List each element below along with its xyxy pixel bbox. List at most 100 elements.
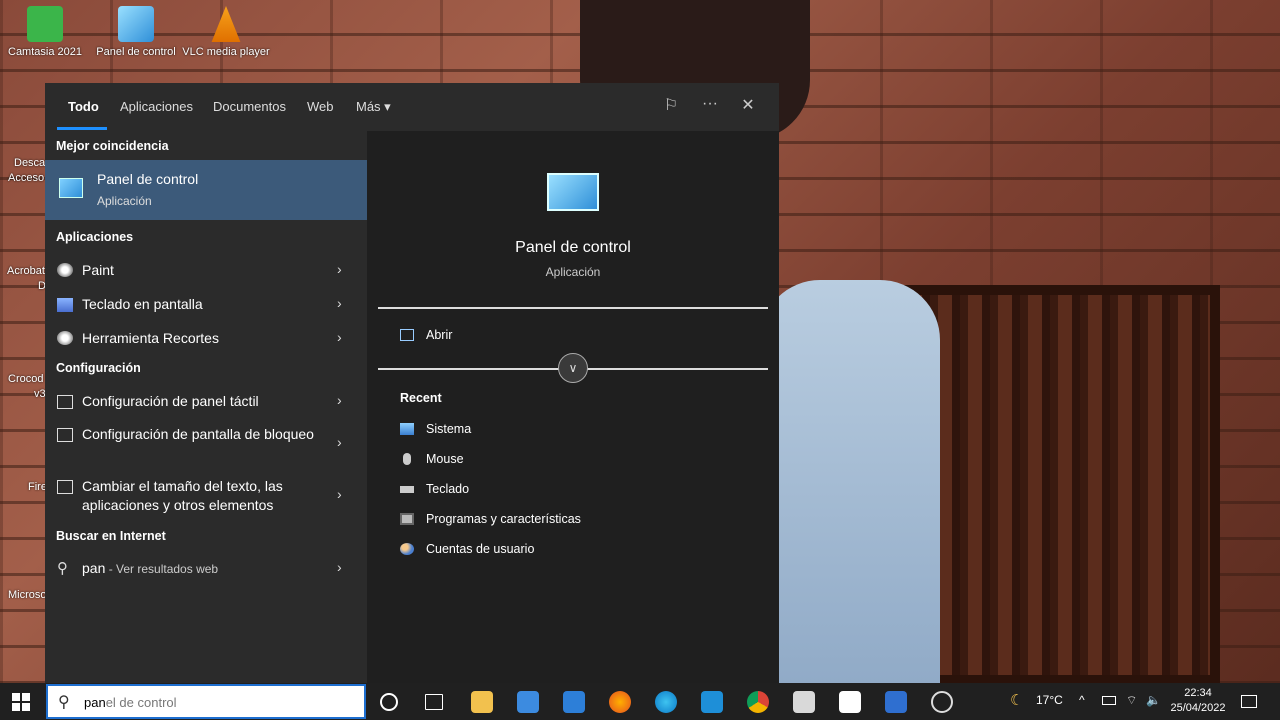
- section-best-match: Mejor coincidencia: [56, 139, 169, 153]
- section-apps: Aplicaciones: [56, 230, 134, 244]
- result-snipping-tool[interactable]: Herramienta Recortes ›: [45, 329, 367, 359]
- mail-icon[interactable]: [563, 691, 585, 713]
- detail-type: Aplicación: [545, 265, 601, 279]
- mouse-icon: [403, 453, 411, 465]
- user-accounts-icon: [400, 543, 414, 555]
- programs-icon: [400, 513, 414, 525]
- result-label: pan - Ver resultados web: [82, 559, 322, 579]
- result-paint[interactable]: Paint ›: [45, 261, 367, 291]
- result-touchpad-settings[interactable]: Configuración de panel táctil ›: [45, 392, 367, 422]
- feedback-icon[interactable]: ⚐: [660, 95, 682, 117]
- calculator-icon[interactable]: [793, 691, 815, 713]
- web-query: pan: [82, 560, 106, 576]
- section-settings: Configuración: [56, 361, 141, 375]
- recorder-icon[interactable]: [931, 691, 953, 713]
- file-explorer-icon[interactable]: [471, 691, 493, 713]
- task-view-icon[interactable]: [425, 694, 443, 710]
- keyboard-icon: [57, 298, 73, 312]
- detail-title: Panel de control: [515, 239, 631, 256]
- result-label: Configuración de panel táctil: [82, 393, 259, 409]
- firefox-icon[interactable]: [609, 691, 631, 713]
- clock[interactable]: 22:34 25/04/2022: [1170, 686, 1226, 716]
- results-list: Mejor coincidencia Panel de control Apli…: [45, 131, 367, 683]
- document-icon[interactable]: [885, 691, 907, 713]
- chevron-right-icon: ›: [337, 486, 342, 502]
- taskbar-search-input[interactable]: ⚲ panel de control: [46, 684, 366, 719]
- tab-more[interactable]: Más ▾: [356, 99, 391, 115]
- notepad-icon[interactable]: [839, 691, 861, 713]
- tab-documents[interactable]: Documentos: [213, 99, 286, 114]
- search-icon: ⚲: [58, 694, 70, 711]
- control-panel-icon: [59, 178, 83, 198]
- desktop-label: Microso: [8, 589, 47, 601]
- display-icon: [57, 480, 73, 494]
- result-on-screen-keyboard[interactable]: Teclado en pantalla ›: [45, 295, 367, 325]
- search-flyout: Todo Aplicaciones Documentos Web Más ▾ ⚐…: [45, 83, 779, 683]
- tab-web[interactable]: Web: [307, 99, 334, 114]
- vlc-icon: [211, 6, 241, 42]
- desktop-icon-camtasia[interactable]: Camtasia 2021: [0, 0, 90, 58]
- scissors-icon: [57, 331, 73, 345]
- result-label: Herramienta Recortes: [82, 330, 219, 346]
- taskbar: ⚲ panel de control ☾ 17°C ^ ⌔ 🔈 22:34 25…: [0, 683, 1280, 720]
- wifi-icon[interactable]: ⌔: [1126, 693, 1137, 708]
- notifications-icon[interactable]: [1241, 695, 1257, 708]
- result-text-size-settings[interactable]: Cambiar el tamaño del texto, las aplicac…: [45, 477, 367, 521]
- close-icon[interactable]: ✕: [737, 95, 759, 117]
- desktop-label: Acceso: [8, 172, 45, 184]
- detail-pane: Panel de control Aplicación Abrir ∨ Rece…: [367, 131, 779, 683]
- search-icon: ⚲: [57, 560, 68, 577]
- divider: [378, 307, 768, 309]
- desktop-icon-vlc[interactable]: VLC media player: [181, 0, 271, 58]
- chevron-right-icon: ›: [337, 329, 342, 345]
- search-text: panel de control: [84, 695, 177, 710]
- lock-screen-icon: [57, 428, 73, 442]
- web-suffix: - Ver resultados web: [105, 562, 219, 576]
- best-match-item[interactable]: Panel de control Aplicación: [45, 160, 367, 220]
- desktop-label: Desca: [14, 157, 46, 169]
- result-web-search[interactable]: ⚲ pan - Ver resultados web ›: [45, 559, 367, 589]
- paint-icon: [57, 263, 73, 277]
- tab-all[interactable]: Todo: [68, 99, 99, 114]
- keyboard-icon: [400, 486, 414, 493]
- desktop-icon-control-panel[interactable]: Panel de control: [91, 0, 181, 58]
- section-web-search: Buscar en Internet: [56, 529, 166, 543]
- desktop-label: v3: [34, 388, 46, 400]
- search-tabs: Todo Aplicaciones Documentos Web Más ▾ ⚐…: [45, 83, 779, 131]
- system-icon: [400, 423, 414, 435]
- chevron-up-icon[interactable]: ^: [1079, 693, 1085, 707]
- volume-icon[interactable]: 🔈: [1146, 693, 1161, 707]
- best-match-type: Aplicación: [97, 194, 152, 208]
- result-label: Configuración de pantalla de bloqueo: [82, 426, 314, 442]
- cortana-icon[interactable]: [380, 693, 398, 711]
- result-label: Teclado en pantalla: [82, 296, 203, 312]
- chevron-right-icon: ›: [337, 295, 342, 311]
- result-label: Cambiar el tamaño del texto, las aplicac…: [82, 478, 283, 513]
- edge-icon[interactable]: [655, 691, 677, 713]
- camtasia-icon: [27, 6, 63, 42]
- battery-icon[interactable]: [1102, 696, 1116, 705]
- weather-moon-icon[interactable]: ☾: [1010, 691, 1023, 709]
- control-panel-large-icon: [547, 173, 599, 211]
- result-lock-screen-settings[interactable]: Configuración de pantalla de bloqueo ›: [45, 425, 367, 469]
- wallpaper-person: [760, 280, 940, 700]
- chrome-icon[interactable]: [747, 691, 769, 713]
- weather-temperature[interactable]: 17°C: [1036, 693, 1063, 707]
- tab-apps[interactable]: Aplicaciones: [120, 99, 193, 114]
- store-icon[interactable]: [517, 691, 539, 713]
- windows-start-icon[interactable]: [12, 693, 30, 711]
- expand-button[interactable]: ∨: [558, 353, 588, 383]
- touchpad-icon: [57, 395, 73, 409]
- best-match-name: Panel de control: [97, 171, 199, 187]
- chevron-right-icon: ›: [337, 434, 342, 450]
- desktop-label: Crocod: [8, 373, 44, 385]
- control-panel-icon: [118, 6, 154, 42]
- desktop-label: Acrobat: [7, 265, 45, 277]
- more-options-icon[interactable]: ···: [699, 95, 721, 117]
- media-player-icon[interactable]: [701, 691, 723, 713]
- open-icon: [400, 329, 414, 341]
- chevron-right-icon: ›: [337, 559, 342, 575]
- chevron-right-icon: ›: [337, 392, 342, 408]
- chevron-right-icon: ›: [337, 261, 342, 277]
- active-tab-indicator: [57, 127, 107, 130]
